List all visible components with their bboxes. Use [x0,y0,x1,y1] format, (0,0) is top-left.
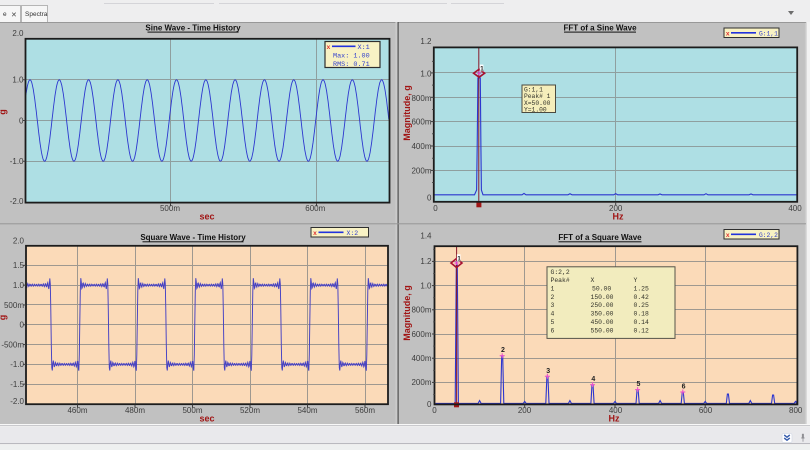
svg-text:0: 0 [427,194,432,203]
svg-text:0: 0 [19,116,24,125]
svg-text:-1.5: -1.5 [10,380,24,389]
svg-text:Y: Y [634,277,638,284]
svg-text:600m: 600m [411,330,431,339]
svg-text:sec: sec [199,211,214,221]
svg-text:0.18: 0.18 [634,311,650,318]
svg-text:Magnitude, g: Magnitude, g [402,85,412,141]
svg-text:1.0: 1.0 [13,281,25,290]
svg-text:1.4: 1.4 [420,232,432,241]
svg-text:600: 600 [699,406,713,415]
svg-text:200: 200 [518,406,532,415]
svg-text:Sine Wave - Time History: Sine Wave - Time History [145,24,241,33]
svg-text:g: g [0,315,8,321]
svg-text:Peak#: Peak# [551,277,570,284]
svg-text:-2.0: -2.0 [10,397,24,406]
svg-text:400m: 400m [411,354,431,363]
svg-text:RMS: 0.71: RMS: 0.71 [333,61,370,69]
svg-text:-2.0: -2.0 [10,197,24,206]
svg-text:sec: sec [199,413,214,423]
svg-text:0.14: 0.14 [634,319,650,326]
svg-text:5: 5 [551,319,555,326]
svg-text:400: 400 [788,204,802,213]
svg-text:1.25: 1.25 [634,286,650,293]
svg-text:400m: 400m [411,142,431,151]
svg-text:200m: 200m [411,167,431,176]
svg-text:x: x [726,30,730,37]
svg-text:6: 6 [682,384,686,391]
svg-text:2: 2 [551,294,555,301]
svg-text:350.00: 350.00 [591,311,614,318]
svg-text:3: 3 [546,368,550,375]
svg-text:1: 1 [551,286,555,293]
svg-text:150.00: 150.00 [591,294,614,301]
svg-text:Y=1.00: Y=1.00 [524,106,547,113]
svg-text:X: X [591,277,595,284]
svg-text:Max: 1.00: Max: 1.00 [333,53,370,61]
svg-text:800m: 800m [411,94,431,103]
svg-text:-1.0: -1.0 [10,360,24,369]
svg-text:550.00: 550.00 [591,327,614,334]
svg-text:800: 800 [789,406,803,415]
svg-text:500m: 500m [160,204,180,213]
svg-text:540m: 540m [297,406,317,415]
svg-text:1: 1 [480,66,484,73]
svg-text:x: x [726,232,730,239]
svg-text:5: 5 [636,381,640,388]
svg-text:G:1,1: G:1,1 [759,30,778,37]
svg-text:200m: 200m [411,378,431,387]
svg-text:800m: 800m [411,306,431,315]
svg-text:1.0: 1.0 [420,69,432,78]
svg-text:600m: 600m [305,204,325,213]
svg-text:0: 0 [433,204,438,213]
svg-text:G:2,2: G:2,2 [551,269,570,276]
svg-text:4: 4 [591,376,595,383]
svg-text:-500m: -500m [1,340,24,349]
svg-text:520m: 520m [240,406,260,415]
svg-text:x: x [313,230,317,237]
svg-text:1.2: 1.2 [420,37,432,46]
svg-text:2.0: 2.0 [13,237,25,246]
svg-text:Hz: Hz [613,211,624,221]
svg-text:560m: 560m [355,406,375,415]
svg-text:FFT of a Square Wave: FFT of a Square Wave [558,233,642,242]
svg-text:450.00: 450.00 [591,319,614,326]
svg-text:460m: 460m [67,406,87,415]
svg-text:x: x [327,44,331,51]
svg-text:3: 3 [551,302,555,309]
svg-text:G:2,2: G:2,2 [759,232,778,239]
svg-text:g: g [0,109,8,115]
svg-text:-1.0: -1.0 [10,157,24,166]
svg-text:480m: 480m [125,406,145,415]
svg-text:0: 0 [432,406,437,415]
svg-text:0.25: 0.25 [634,302,650,309]
svg-text:500m: 500m [4,301,24,310]
svg-text:X:1: X:1 [358,44,370,52]
svg-text:1.0: 1.0 [420,281,432,290]
svg-text:0.12: 0.12 [634,327,650,334]
svg-text:0.42: 0.42 [634,294,650,301]
svg-text:250.00: 250.00 [591,302,614,309]
svg-text:0: 0 [20,321,25,330]
svg-text:50.00: 50.00 [592,286,611,293]
svg-text:4: 4 [551,311,555,318]
svg-text:1.2: 1.2 [420,257,432,266]
svg-text:Hz: Hz [609,413,620,423]
svg-text:2: 2 [501,347,505,354]
svg-text:2.0: 2.0 [12,29,24,38]
svg-text:600m: 600m [411,118,431,127]
svg-text:1.0: 1.0 [12,76,24,85]
svg-text:Square Wave - Time History: Square Wave - Time History [140,233,246,242]
svg-text:X:2: X:2 [347,230,359,237]
svg-text:1.5: 1.5 [13,261,25,270]
svg-text:1: 1 [457,256,461,263]
svg-text:Magnitude, g: Magnitude, g [402,285,412,341]
svg-text:FFT of a Sine Wave: FFT of a Sine Wave [563,24,637,33]
svg-text:6: 6 [551,327,555,334]
